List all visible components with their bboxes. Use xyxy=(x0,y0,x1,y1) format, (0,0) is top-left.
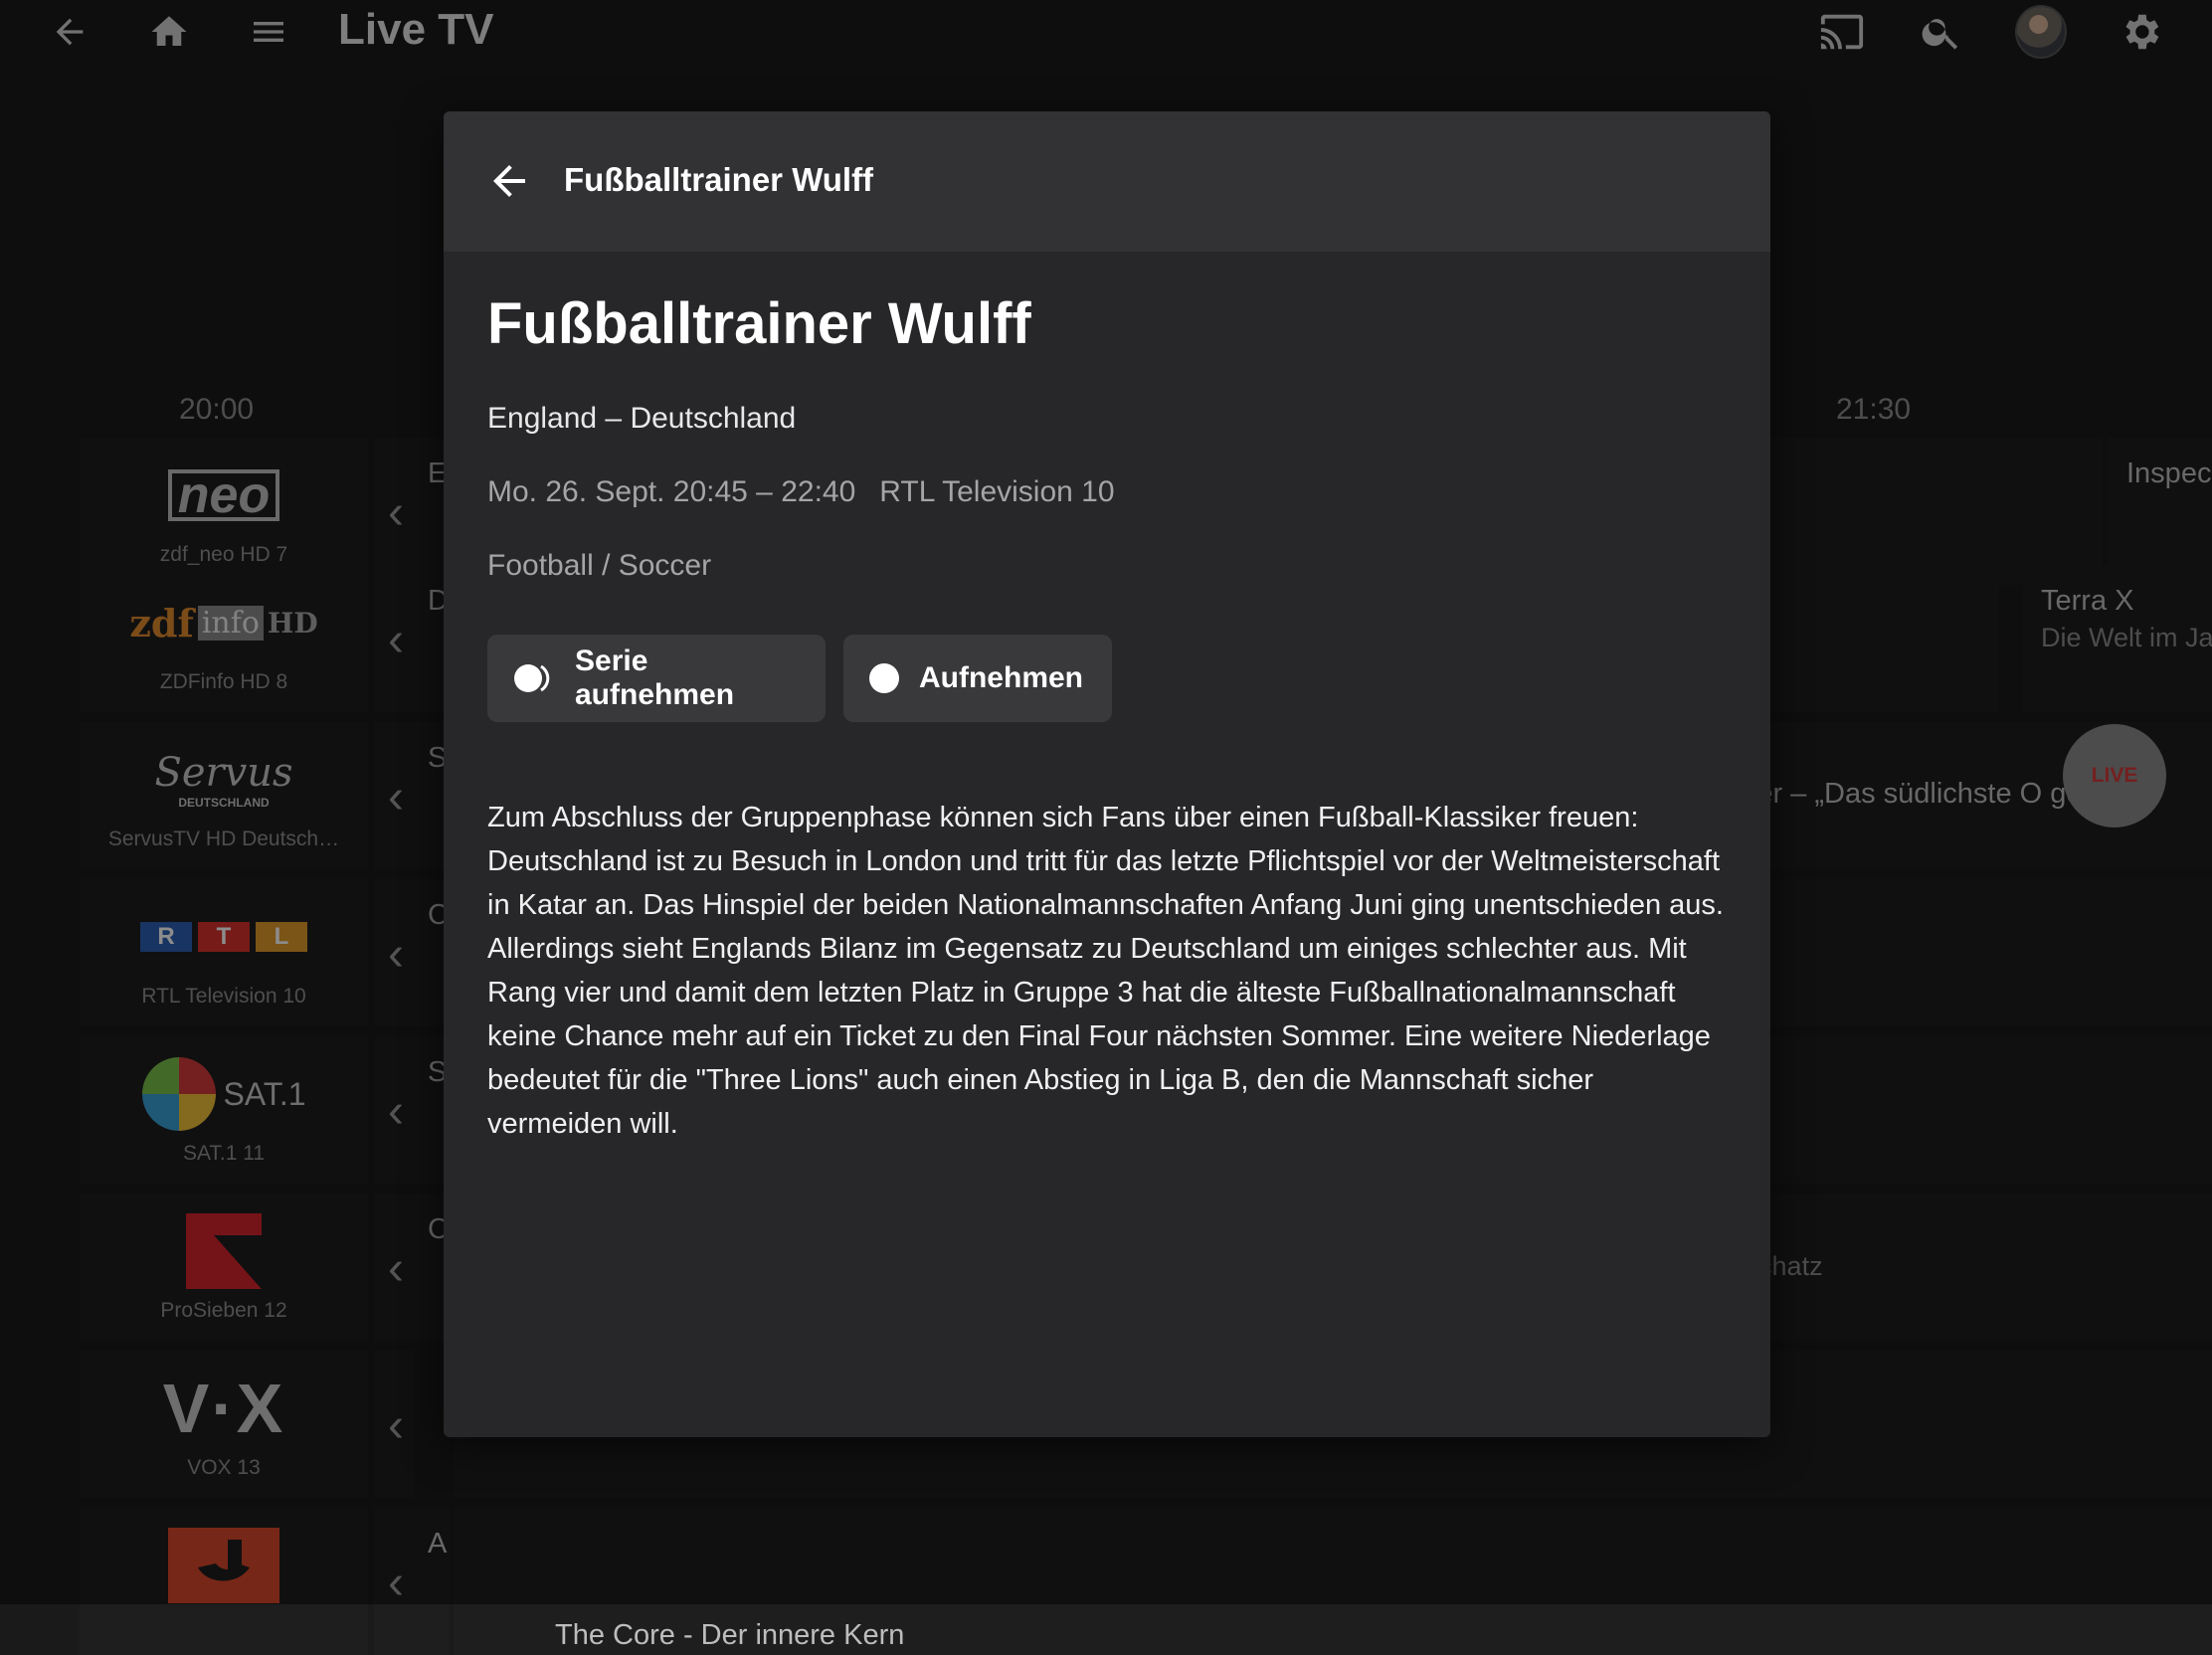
record-icon xyxy=(867,661,901,695)
record-series-label: Serie aufnehmen xyxy=(575,644,735,711)
program-genre: Football / Soccer xyxy=(487,549,712,582)
program-meta: Mo. 26. Sept. 20:45 – 22:40 RTL Televisio… xyxy=(487,475,1139,509)
program-details-dialog: Fußballtrainer Wulff Fußballtrainer Wulf… xyxy=(444,111,1770,1437)
record-button[interactable]: Aufnehmen xyxy=(843,635,1112,722)
program-channel: RTL Television 10 xyxy=(879,475,1115,508)
record-label: Aufnehmen xyxy=(919,661,1083,694)
episode-title: England – Deutschland xyxy=(487,402,797,435)
record-series-icon xyxy=(511,661,557,695)
record-series-button[interactable]: Serie aufnehmen xyxy=(487,635,826,722)
program-description: Zum Abschluss der Gruppenphase können si… xyxy=(487,802,1724,1140)
dialog-header: Fußballtrainer Wulff xyxy=(444,111,1770,252)
back-arrow-icon[interactable] xyxy=(485,157,533,205)
program-datetime: Mo. 26. Sept. 20:45 – 22:40 xyxy=(487,475,856,508)
dialog-header-title: Fußballtrainer Wulff xyxy=(564,161,874,198)
program-title: Fußballtrainer Wulff xyxy=(487,291,1031,356)
